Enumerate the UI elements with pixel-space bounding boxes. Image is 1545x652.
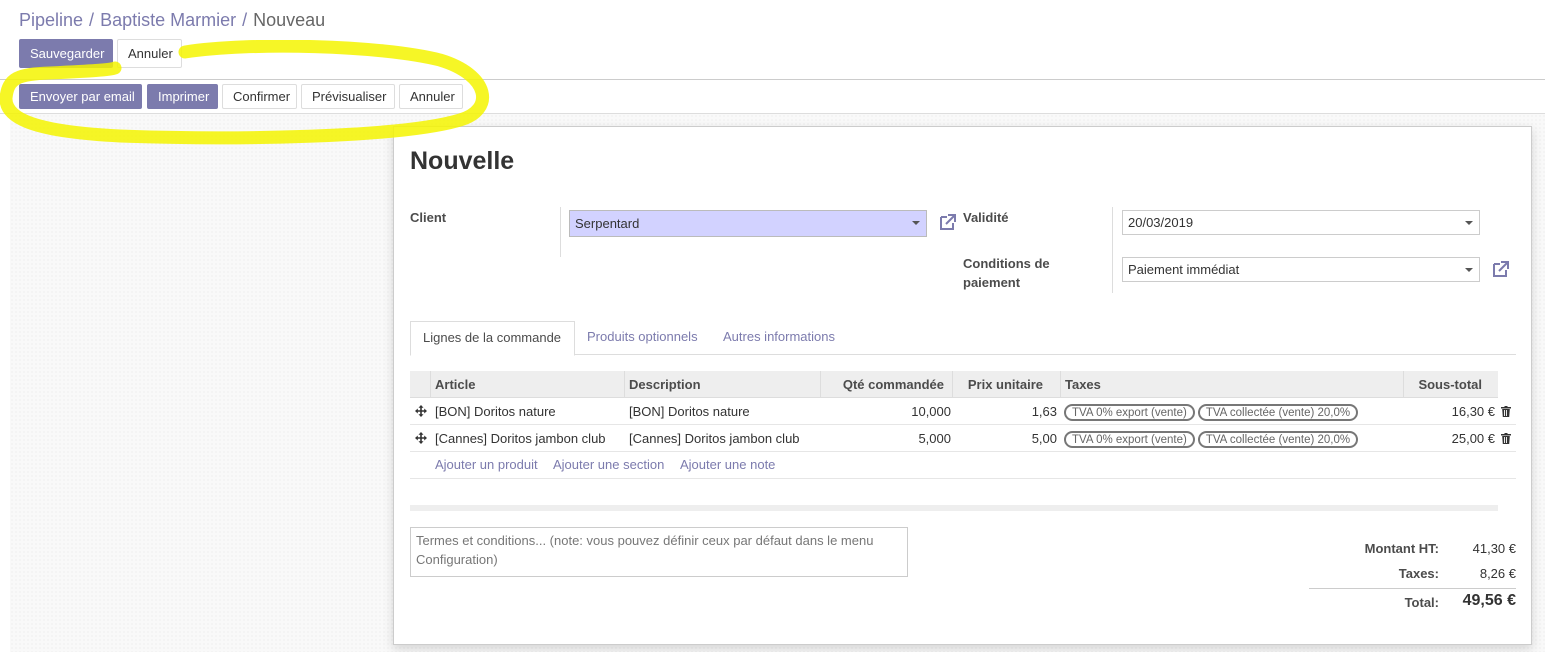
client-value: Serpentard [575, 216, 640, 231]
column-header-taxes[interactable]: Taxes [1065, 371, 1101, 398]
field-separator [1112, 207, 1113, 293]
validity-label: Validité [963, 210, 1009, 225]
validity-date-input[interactable]: 20/03/2019 [1122, 210, 1480, 235]
table-footer [410, 505, 1498, 511]
notebook-tabs: Lignes de la commande Produits optionnel… [410, 321, 1516, 356]
untaxed-amount-value: 41,30 € [1472, 541, 1516, 556]
cell-unit-price[interactable]: 5,00 [952, 425, 1057, 452]
add-product-link[interactable]: Ajouter un produit [435, 452, 538, 478]
cell-description[interactable]: [Cannes] Doritos jambon club [629, 425, 800, 452]
table-row[interactable]: [Cannes] Doritos jambon club [Cannes] Do… [410, 425, 1516, 452]
print-button[interactable]: Imprimer [147, 84, 218, 109]
payment-terms-label-line2: paiement [963, 275, 1021, 290]
tax-tag: TVA collectée (vente) 20,0% [1197, 431, 1359, 449]
client-label: Client [410, 210, 447, 225]
trash-icon[interactable] [1501, 433, 1511, 444]
tab-optional-products[interactable]: Produits optionnels [575, 321, 710, 355]
cancel-quote-button[interactable]: Annuler [399, 84, 463, 109]
save-button[interactable]: Sauvegarder [19, 39, 113, 68]
column-header-quantity[interactable]: Qté commandée [820, 371, 944, 398]
drag-handle-icon[interactable] [415, 432, 427, 444]
cell-subtotal: 16,30 € [1451, 404, 1495, 419]
add-line-row: Ajouter un produit Ajouter une section A… [410, 452, 1516, 479]
drag-handle-icon[interactable] [415, 405, 427, 417]
breadcrumb-separator: / [242, 10, 248, 30]
breadcrumb-pipeline[interactable]: Pipeline [19, 10, 83, 30]
tab-order-lines[interactable]: Lignes de la commande [410, 321, 575, 356]
breadcrumb: Pipeline / Baptiste Marmier / Nouveau [19, 10, 325, 31]
confirm-button[interactable]: Confirmer [222, 84, 297, 109]
column-header-subtotal[interactable]: Sous-total [1403, 371, 1482, 398]
breadcrumb-contact[interactable]: Baptiste Marmier [100, 10, 236, 30]
breadcrumb-current: Nouveau [253, 10, 326, 30]
cell-description[interactable]: [BON] Doritos nature [629, 398, 750, 425]
external-link-icon[interactable] [1491, 259, 1511, 279]
cell-quantity[interactable]: 5,000 [820, 425, 951, 452]
add-section-link[interactable]: Ajouter une section [553, 452, 664, 478]
untaxed-amount-label: Montant HT: [1364, 541, 1439, 556]
totals-divider [1309, 588, 1516, 589]
tax-tag: TVA 0% export (vente) [1064, 404, 1195, 422]
external-link-icon[interactable] [938, 212, 958, 232]
caret-down-icon [1465, 268, 1473, 272]
column-header-article[interactable]: Article [435, 371, 475, 398]
form-sheet: Nouvelle Client Serpentard Validité 20/0… [393, 126, 1532, 645]
tab-other-info[interactable]: Autres informations [711, 321, 847, 355]
control-panel: Pipeline / Baptiste Marmier / Nouveau Sauveg… [0, 0, 1545, 80]
client-select[interactable]: Serpentard [569, 210, 927, 237]
cancel-button[interactable]: Annuler [117, 39, 182, 68]
payment-terms-select[interactable]: Paiement immédiat [1122, 257, 1480, 282]
cell-unit-price[interactable]: 1,63 [952, 398, 1057, 425]
tax-tag: TVA collectée (vente) 20,0% [1197, 404, 1359, 422]
total-value: 49,56 € [1462, 592, 1516, 609]
taxes-label: Taxes: [1398, 566, 1439, 581]
validity-value: 20/03/2019 [1128, 215, 1194, 230]
caret-down-icon [1465, 221, 1473, 225]
column-header-unit-price[interactable]: Prix unitaire [952, 371, 1043, 398]
payment-terms-label: Conditions de paiement [963, 254, 1050, 292]
add-note-link[interactable]: Ajouter une note [680, 452, 775, 478]
payment-terms-value: Paiement immédiat [1128, 262, 1240, 277]
field-separator [560, 207, 561, 257]
trash-icon[interactable] [1501, 406, 1511, 417]
cell-article[interactable]: [BON] Doritos nature [435, 398, 556, 425]
terms-conditions-input[interactable]: Termes et conditions... (note: vous pouv… [410, 527, 908, 577]
cell-quantity[interactable]: 10,000 [820, 398, 951, 425]
statusbar: Envoyer par email Imprimer Confirmer Pré… [0, 80, 1545, 114]
taxes-value: 8,26 € [1479, 566, 1516, 581]
column-separator [624, 371, 625, 398]
payment-terms-label-line1: Conditions de [963, 256, 1050, 271]
tax-tag: TVA 0% export (vente) [1064, 431, 1195, 449]
column-separator [430, 371, 431, 398]
page-title: Nouvelle [410, 147, 515, 175]
cell-taxes[interactable]: TVA 0% export (vente) TVA collectée (vent… [1064, 398, 1361, 425]
column-separator [1060, 371, 1061, 398]
cell-taxes[interactable]: TVA 0% export (vente) TVA collectée (vent… [1064, 425, 1361, 452]
caret-down-icon [912, 221, 920, 225]
breadcrumb-separator: / [89, 10, 95, 30]
table-row[interactable]: [BON] Doritos nature [BON] Doritos natur… [410, 398, 1516, 425]
preview-button[interactable]: Prévisualiser [301, 84, 395, 109]
table-header: Article Description Qté commandée Prix u… [410, 371, 1498, 398]
cell-subtotal: 25,00 € [1451, 431, 1495, 446]
column-header-description[interactable]: Description [629, 371, 701, 398]
send-email-button[interactable]: Envoyer par email [19, 84, 142, 109]
cell-article[interactable]: [Cannes] Doritos jambon club [435, 425, 606, 452]
